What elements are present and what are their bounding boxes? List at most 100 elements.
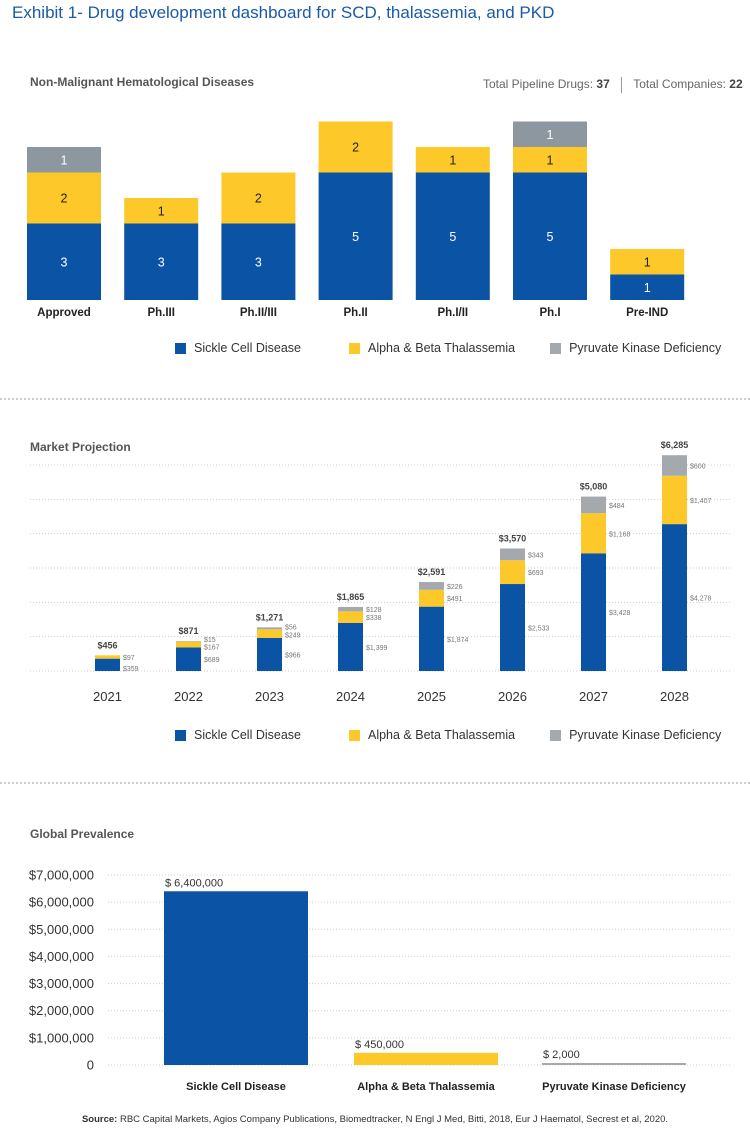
total-drugs-label: Total Pipeline Drugs: bbox=[483, 77, 594, 92]
bar-segment-thal bbox=[338, 611, 363, 623]
x-tick-label: 2021 bbox=[93, 689, 122, 704]
segment-value-label: $56 bbox=[285, 624, 297, 631]
bar-value-label: 5 bbox=[547, 230, 554, 244]
legend-item-scd: Sickle Cell Disease bbox=[175, 341, 301, 355]
segment-value-label: $3,428 bbox=[609, 610, 631, 617]
legend-swatch-pkd bbox=[550, 342, 562, 354]
bar-value-label: 5 bbox=[352, 230, 359, 244]
y-tick-label: $2,000,000 bbox=[29, 1003, 94, 1018]
total-value-label: $3,570 bbox=[499, 533, 527, 543]
bar-segment-pkd bbox=[662, 455, 687, 476]
pipeline-chart: 3 2 1 Approved 3 1 Ph.III 3 2 Ph.II/III 5 2 Ph.II 5 1 P… bbox=[27, 121, 685, 319]
bar-value-label: 1 bbox=[158, 204, 165, 218]
x-tick-label: Ph.III bbox=[147, 307, 174, 319]
total-value-label: $5,080 bbox=[580, 482, 608, 492]
y-tick-label: $6,000,000 bbox=[29, 895, 94, 910]
x-tick-label: 2028 bbox=[660, 689, 689, 704]
pipeline-chart-title: Non-Malignant Hematological Diseases bbox=[30, 75, 255, 89]
bar-segment-pkd bbox=[581, 496, 606, 514]
segment-value-label: $2,533 bbox=[528, 626, 550, 633]
legend-label: Sickle Cell Disease bbox=[194, 728, 301, 742]
segment-value-label: $249 bbox=[285, 633, 301, 640]
legend-swatch-scd bbox=[175, 729, 186, 741]
segment-value-label: $484 bbox=[609, 503, 625, 510]
segment-value-label: $966 bbox=[285, 652, 301, 659]
x-tick-label: Ph.II/III bbox=[240, 307, 277, 319]
bar-value-label: 1 bbox=[449, 153, 456, 167]
bar-value-label: 1 bbox=[644, 255, 651, 269]
segment-value-label: $1,168 bbox=[609, 531, 631, 538]
segment-value-label: $689 bbox=[204, 657, 220, 664]
y-tick-label: $1,000,000 bbox=[29, 1030, 94, 1045]
segment-value-label: $167 bbox=[204, 644, 220, 651]
segment-value-label: $1,407 bbox=[690, 498, 712, 505]
bar-segment-scd bbox=[338, 622, 363, 671]
bar-value-label: 3 bbox=[158, 255, 165, 269]
bar-segment-thal bbox=[419, 589, 444, 607]
bar-segment-scd bbox=[581, 553, 606, 671]
y-tick-label: $5,000,000 bbox=[29, 922, 94, 937]
x-tick-label: 2022 bbox=[174, 689, 203, 704]
legend-item-pkd: Pyruvate Kinase Deficiency bbox=[550, 341, 721, 355]
y-tick-label: $7,000,000 bbox=[29, 868, 94, 883]
segment-value-label: $338 bbox=[366, 615, 382, 622]
bar-segment-pkd bbox=[338, 606, 363, 612]
segment-value-label: $97 bbox=[123, 655, 135, 662]
legend-item-thal: Alpha & Beta Thalassemia bbox=[348, 728, 516, 742]
x-tick-label: 2023 bbox=[255, 689, 284, 704]
segment-value-label: $600 bbox=[690, 464, 706, 471]
exhibit-title: Exhibit 1- Drug development dashboard fo… bbox=[12, 3, 555, 22]
y-tick-label: $4,000,000 bbox=[29, 949, 94, 964]
legend-label: Pyruvate Kinase Deficiency bbox=[569, 341, 722, 355]
total-drugs-value: 37 bbox=[596, 77, 610, 92]
legend-swatch-thal bbox=[348, 729, 360, 741]
x-tick-label: Sickle Cell Disease bbox=[186, 1081, 286, 1093]
x-tick-label: Pyruvate Kinase Deficiency bbox=[542, 1081, 687, 1093]
total-companies-label: Total Companies: bbox=[633, 77, 726, 92]
segment-value-label: $491 bbox=[447, 596, 463, 603]
bar-segment-thal bbox=[662, 475, 687, 525]
bar-thal bbox=[354, 1052, 498, 1065]
x-tick-label: Ph.II bbox=[343, 307, 367, 319]
total-value-label: $6,285 bbox=[661, 440, 689, 450]
bar-value-label: $ 450,000 bbox=[355, 1039, 404, 1051]
bar-value-label: 2 bbox=[352, 141, 359, 155]
bar-segment-scd bbox=[257, 637, 282, 671]
bar-value-label: 3 bbox=[61, 255, 68, 269]
legend-swatch-scd bbox=[175, 342, 186, 354]
segment-value-label: $1,874 bbox=[447, 637, 469, 644]
x-tick-label: Alpha & Beta Thalassemia bbox=[357, 1081, 495, 1093]
legend-item-pkd: Pyruvate Kinase Deficiency bbox=[550, 728, 721, 742]
bar-segment-scd bbox=[176, 647, 201, 671]
bar-segment-pkd bbox=[419, 582, 444, 590]
bar-segment-pkd bbox=[176, 641, 201, 642]
prevalence-chart-title: Global Prevalence bbox=[30, 827, 135, 841]
x-tick-label: Ph.I bbox=[539, 307, 560, 319]
bar-segment-thal bbox=[257, 629, 282, 638]
segment-value-label: $343 bbox=[528, 552, 544, 559]
bar-segment-scd bbox=[95, 658, 120, 671]
market-chart: $359 $97 $456 2021 $689 $167$15 $871 2022 $966 $2… bbox=[30, 440, 730, 704]
x-tick-label: 2025 bbox=[417, 689, 446, 704]
source-note: Source: RBC Capital Markets, Agios Compa… bbox=[0, 1114, 750, 1125]
market-legend: Sickle Cell Disease Alpha & Beta Thalass… bbox=[175, 728, 721, 742]
total-value-label: $1,865 bbox=[337, 592, 365, 602]
bar-value-label: 1 bbox=[547, 153, 554, 167]
prevalence-chart: 0 $1,000,000 $2,000,000 $3,000,000 $4,000,00… bbox=[29, 868, 730, 1093]
segment-value-label: $128 bbox=[366, 607, 382, 614]
section-divider bbox=[0, 398, 750, 400]
source-text: RBC Capital Markets, Agios Company Publi… bbox=[117, 1114, 669, 1125]
segment-value-label: $15 bbox=[204, 637, 216, 644]
y-tick-label: $3,000,000 bbox=[29, 976, 94, 991]
legend-label: Alpha & Beta Thalassemia bbox=[367, 728, 516, 742]
segment-value-label: $4,278 bbox=[690, 596, 712, 603]
x-tick-label: Ph.I/II bbox=[437, 307, 468, 319]
segment-value-label: $1,399 bbox=[366, 645, 388, 652]
bar-segment-scd bbox=[662, 524, 687, 671]
totals-divider bbox=[621, 77, 623, 93]
bar-segment-pkd bbox=[500, 548, 525, 561]
pipeline-totals: Total Pipeline Drugs: 37 Total Companies… bbox=[483, 77, 743, 93]
bar-segment-scd bbox=[419, 606, 444, 671]
bar-value-label: $ 6,400,000 bbox=[165, 877, 223, 889]
segment-value-label: $693 bbox=[528, 570, 544, 577]
